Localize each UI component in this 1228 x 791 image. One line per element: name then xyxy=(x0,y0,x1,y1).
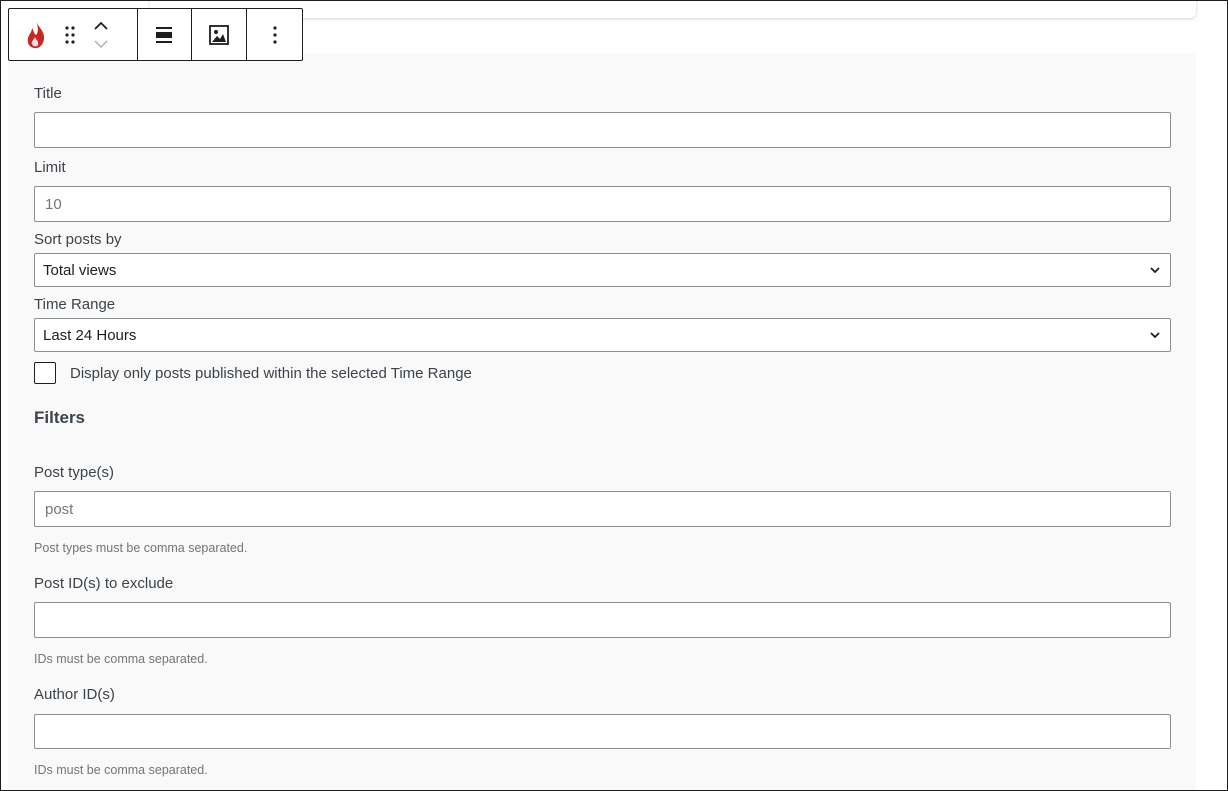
block-toolbar-group-align xyxy=(138,9,193,60)
block-movers xyxy=(92,15,110,55)
post-types-label: Post type(s) xyxy=(34,464,115,481)
limit-input[interactable] xyxy=(34,186,1171,222)
title-input[interactable] xyxy=(34,112,1171,148)
post-types-help: Post types must be comma separated. xyxy=(34,541,248,555)
post-types-input[interactable] xyxy=(34,491,1171,527)
block-toolbar-group-image xyxy=(192,9,248,60)
published-within-checkbox[interactable] xyxy=(34,362,56,384)
exclude-ids-label: Post ID(s) to exclude xyxy=(34,575,174,592)
filters-heading: Filters xyxy=(34,408,86,427)
chevron-down-icon xyxy=(1150,267,1160,274)
time-range-label: Time Range xyxy=(34,296,116,313)
title-label: Title xyxy=(34,85,62,102)
sort-label: Sort posts by xyxy=(34,231,122,248)
sort-selected-value: Total views xyxy=(43,261,117,279)
block-toolbar xyxy=(8,8,303,61)
chevron-down-icon[interactable] xyxy=(92,35,110,53)
block-toolbar-group-more xyxy=(247,9,302,60)
align-wide-icon[interactable] xyxy=(155,26,173,44)
more-vertical-icon[interactable] xyxy=(272,25,278,45)
time-range-select[interactable]: Last 24 Hours xyxy=(34,318,1171,352)
author-ids-input[interactable] xyxy=(34,714,1171,749)
chevron-down-icon xyxy=(1150,332,1160,339)
chevron-up-icon[interactable] xyxy=(92,17,110,35)
time-range-selected-value: Last 24 Hours xyxy=(43,326,137,344)
settings-panel xyxy=(8,53,1196,791)
flame-icon[interactable] xyxy=(25,20,47,50)
previous-block-card xyxy=(150,0,1196,18)
block-toolbar-group-main xyxy=(9,9,138,60)
image-icon[interactable] xyxy=(209,24,230,45)
author-ids-label: Author ID(s) xyxy=(34,686,115,703)
sort-select[interactable]: Total views xyxy=(34,253,1171,287)
exclude-ids-input[interactable] xyxy=(34,602,1171,638)
published-within-label: Display only posts published within the … xyxy=(70,365,472,382)
exclude-ids-help: IDs must be comma separated. xyxy=(34,652,208,666)
author-ids-help: IDs must be comma separated. xyxy=(34,763,208,777)
drag-handle-icon[interactable] xyxy=(47,23,78,47)
limit-label: Limit xyxy=(34,159,66,176)
